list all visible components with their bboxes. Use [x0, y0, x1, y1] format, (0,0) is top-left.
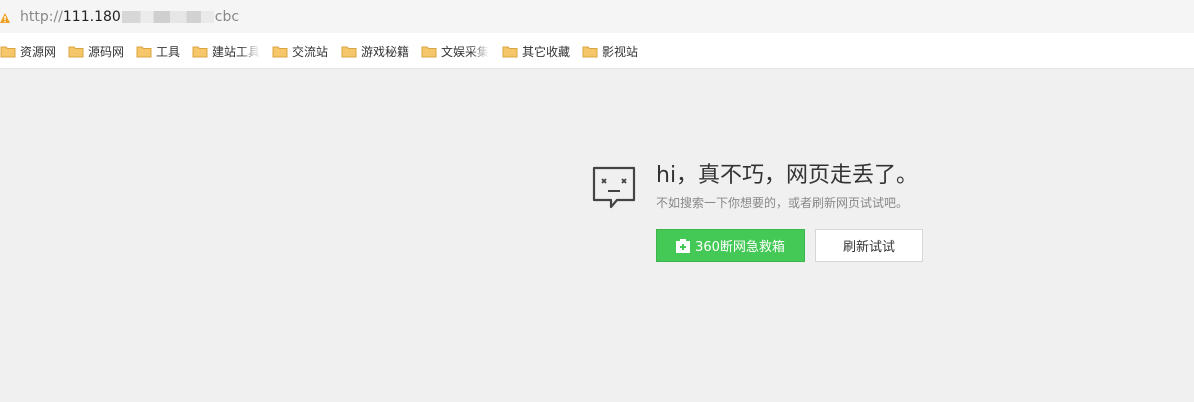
- first-aid-kit-icon: [676, 238, 691, 253]
- folder-icon: [341, 46, 357, 57]
- bookmark-label: 文娱采集: [441, 44, 490, 59]
- bookmark-item[interactable]: 资源网: [0, 42, 56, 60]
- bookmark-item[interactable]: 其它收藏: [502, 42, 570, 60]
- bookmark-label: 建站工具: [212, 44, 261, 59]
- network-rescue-button[interactable]: 360断网急救箱: [656, 229, 805, 262]
- url-tail: cbc: [214, 9, 240, 25]
- broken-page-face-icon: [592, 166, 636, 209]
- bookmark-item[interactable]: 源码网: [68, 42, 124, 60]
- warning-icon: [0, 13, 10, 23]
- folder-icon: [272, 46, 288, 57]
- rescue-button-label: 360断网急救箱: [695, 240, 785, 255]
- url-redacted: [121, 11, 214, 23]
- bookmark-label: 资源网: [20, 44, 57, 59]
- bookmark-label: 源码网: [88, 44, 125, 59]
- bookmark-item[interactable]: 工具: [136, 42, 180, 60]
- url-field[interactable]: http://111.180 cbc: [20, 7, 239, 27]
- bookmark-label: 游戏秘籍: [361, 44, 410, 59]
- address-bar[interactable]: http://111.180 cbc: [0, 0, 1194, 33]
- folder-icon: [582, 46, 598, 57]
- bookmark-label: 工具: [156, 44, 181, 59]
- folder-icon: [192, 46, 208, 57]
- url-host: 111.180: [62, 9, 121, 25]
- bookmark-item[interactable]: 影视站: [582, 42, 638, 60]
- bookmark-label: 其它收藏: [522, 44, 571, 59]
- error-subtitle: 不如搜索一下你想要的，或者刷新网页试试吧。: [656, 196, 909, 210]
- folder-icon: [0, 46, 16, 57]
- bookmarks-bar: 资源网 源码网 工具 建站工具 交流站 游戏秘籍 文娱采集 其它收藏 影视站: [0, 33, 1194, 69]
- url-protocol: http://: [20, 9, 63, 25]
- bookmark-item[interactable]: 游戏秘籍: [341, 42, 409, 60]
- bookmark-item[interactable]: 交流站: [272, 42, 328, 60]
- bookmark-item[interactable]: 建站工具: [192, 42, 260, 60]
- folder-icon: [136, 46, 152, 57]
- folder-icon: [421, 46, 437, 57]
- refresh-button[interactable]: 刷新试试: [815, 229, 923, 262]
- bookmark-item[interactable]: 文娱采集: [421, 42, 489, 60]
- folder-icon: [502, 46, 518, 57]
- folder-icon: [68, 46, 84, 57]
- bookmark-label: 交流站: [292, 44, 329, 59]
- bookmark-label: 影视站: [602, 44, 639, 59]
- error-title: hi，真不巧，网页走丢了。: [656, 163, 919, 188]
